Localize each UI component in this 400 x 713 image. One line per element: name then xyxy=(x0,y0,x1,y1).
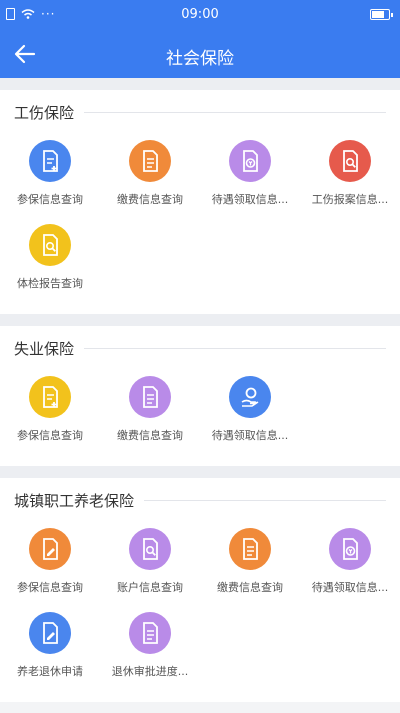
service-item[interactable]: 体检报告查询 xyxy=(0,224,100,308)
service-item[interactable]: 退休审批进度... xyxy=(100,612,200,696)
service-grid: 参保信息查询 缴费信息查询 待遇领取信息... 工伤报案信息... 体检报告查询 xyxy=(0,124,400,308)
section-title: 城镇职工养老保险 xyxy=(14,491,135,510)
service-label: 参保信息查询 xyxy=(17,193,83,206)
service-icon-circle xyxy=(129,528,171,570)
doc-plus-icon xyxy=(43,386,58,408)
service-label: 参保信息查询 xyxy=(17,581,83,594)
service-item[interactable]: 缴费信息查询 xyxy=(100,140,200,224)
doc-search-icon xyxy=(43,234,58,256)
doc-list-icon xyxy=(143,150,158,172)
service-icon-circle xyxy=(129,140,171,182)
service-icon-circle xyxy=(229,376,271,418)
section-gap xyxy=(0,466,400,478)
section-3: 城镇职工养老保险参保信息查询 账户信息查询 缴费信息查询 待遇领取信息... 养老退休申… xyxy=(0,478,400,702)
section-divider xyxy=(144,499,386,501)
doc-edit-icon xyxy=(43,538,58,560)
battery-icon xyxy=(370,9,393,20)
service-icon-circle xyxy=(329,528,371,570)
service-item[interactable]: 待遇领取信息... xyxy=(200,376,300,460)
section-2: 失业保险参保信息查询 缴费信息查询 待遇领取信息... xyxy=(0,326,400,466)
section-divider xyxy=(84,347,386,349)
section-divider xyxy=(84,111,386,113)
service-icon-circle xyxy=(229,140,271,182)
section-title: 工伤保险 xyxy=(14,103,75,122)
service-icon-circle xyxy=(29,224,71,266)
service-grid: 参保信息查询 账户信息查询 缴费信息查询 待遇领取信息... 养老退休申请 退休审批进度.… xyxy=(0,512,400,696)
service-label: 养老退休申请 xyxy=(17,665,83,678)
service-item[interactable]: 工伤报案信息... xyxy=(300,140,400,224)
service-item[interactable]: 待遇领取信息... xyxy=(300,528,400,612)
doc-list-icon xyxy=(143,386,158,408)
service-icon-circle xyxy=(329,140,371,182)
section-title: 失业保险 xyxy=(14,339,75,358)
doc-list-icon xyxy=(143,622,158,644)
service-label: 待遇领取信息... xyxy=(211,429,289,442)
content: 工伤保险 参保信息查询 缴费信息查询 待遇领取信息... 工伤报案信息... 体检报告查询… xyxy=(0,78,400,702)
service-icon-circle xyxy=(29,612,71,654)
service-label: 账户信息查询 xyxy=(117,581,183,594)
service-item[interactable]: 待遇领取信息... xyxy=(200,140,300,224)
doc-yuan-icon xyxy=(343,538,358,560)
page-title: 社会保险 xyxy=(166,49,234,69)
section-gap xyxy=(0,314,400,326)
service-item[interactable]: 缴费信息查询 xyxy=(100,376,200,460)
section-header: 失业保险 xyxy=(0,336,400,360)
service-label: 待遇领取信息... xyxy=(311,581,389,594)
doc-search-icon xyxy=(143,538,158,560)
service-item[interactable]: 参保信息查询 xyxy=(0,528,100,612)
section-header: 城镇职工养老保险 xyxy=(0,488,400,512)
status-time: 09:00 xyxy=(181,7,219,22)
doc-edit-icon xyxy=(43,622,58,644)
service-label: 待遇领取信息... xyxy=(211,193,289,206)
service-label: 工伤报案信息... xyxy=(311,193,389,206)
service-label: 缴费信息查询 xyxy=(217,581,283,594)
service-item[interactable]: 缴费信息查询 xyxy=(200,528,300,612)
service-icon-circle xyxy=(29,376,71,418)
doc-plus-icon xyxy=(43,150,58,172)
doc-list-icon xyxy=(243,538,258,560)
service-label: 参保信息查询 xyxy=(17,429,83,442)
section-header: 工伤保险 xyxy=(0,100,400,124)
service-icon-circle xyxy=(129,376,171,418)
doc-yuan-icon xyxy=(243,150,258,172)
section-1: 工伤保险参保信息查询 缴费信息查询 待遇领取信息... 工伤报案信息... 体检报告查询 xyxy=(0,90,400,314)
service-grid: 参保信息查询 缴费信息查询 待遇领取信息... xyxy=(0,360,400,460)
service-icon-circle xyxy=(29,528,71,570)
nav-bar: 社会保险 xyxy=(0,30,400,78)
service-item[interactable]: 养老退休申请 xyxy=(0,612,100,696)
service-label: 缴费信息查询 xyxy=(117,429,183,442)
hand-coin-icon xyxy=(241,387,259,407)
section-gap xyxy=(0,78,400,90)
service-item[interactable]: 参保信息查询 xyxy=(0,376,100,460)
doc-search-icon xyxy=(343,150,358,172)
service-label: 缴费信息查询 xyxy=(117,193,183,206)
service-icon-circle xyxy=(129,612,171,654)
service-icon-circle xyxy=(229,528,271,570)
service-label: 退休审批进度... xyxy=(111,665,189,678)
status-bar: ··· 09:00 xyxy=(0,0,400,30)
service-item[interactable]: 参保信息查询 xyxy=(0,140,100,224)
service-item[interactable]: 账户信息查询 xyxy=(100,528,200,612)
service-icon-circle xyxy=(29,140,71,182)
service-label: 体检报告查询 xyxy=(17,277,83,290)
